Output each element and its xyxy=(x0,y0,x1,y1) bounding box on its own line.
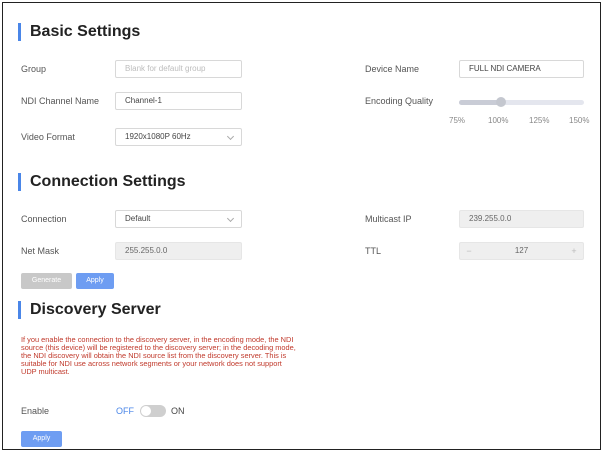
encoding-quality-label: Encoding Quality xyxy=(365,96,434,106)
encoding-quality-slider[interactable] xyxy=(459,97,584,107)
video-format-select[interactable]: 1920x1080P 60Hz xyxy=(115,128,242,146)
connection-label: Connection xyxy=(21,214,67,224)
generate-button[interactable]: Generate xyxy=(21,273,72,289)
encoding-tick-75: 75% xyxy=(449,116,466,125)
toggle-on-label: ON xyxy=(171,406,185,416)
group-input[interactable]: Blank for default group xyxy=(115,60,242,78)
connection-select[interactable]: Default xyxy=(115,210,242,228)
discovery-notice: If you enable the connection to the disc… xyxy=(21,335,296,376)
group-label: Group xyxy=(21,64,47,74)
encoding-quality-fill xyxy=(459,100,501,105)
chevron-down-icon xyxy=(226,132,235,141)
ndi-channel-input[interactable]: Channel-1 xyxy=(115,92,242,110)
device-name-label: Device Name xyxy=(365,64,420,74)
enable-label: Enable xyxy=(21,406,50,416)
discovery-apply-button[interactable]: Apply xyxy=(21,431,62,447)
net-mask-input[interactable]: 255.255.0.0 xyxy=(115,242,242,260)
connection-value: Default xyxy=(125,214,151,223)
ttl-decrement-button[interactable]: − xyxy=(460,243,478,259)
encoding-tick-150: 150% xyxy=(569,116,590,125)
ttl-increment-button[interactable]: + xyxy=(565,243,583,259)
ndi-channel-label: NDI Channel Name xyxy=(21,96,100,106)
toggle-off-label: OFF xyxy=(116,406,134,416)
encoding-tick-125: 125% xyxy=(529,116,550,125)
multicast-ip-input[interactable]: 239.255.0.0 xyxy=(459,210,584,228)
device-name-input[interactable]: FULL NDI CAMERA xyxy=(459,60,584,78)
net-mask-label: Net Mask xyxy=(21,246,60,256)
encoding-quality-thumb[interactable] xyxy=(495,97,506,107)
discovery-server-title: Discovery Server xyxy=(18,301,161,319)
connection-apply-button[interactable]: Apply xyxy=(76,273,114,289)
connection-settings-title: Connection Settings xyxy=(18,173,186,191)
encoding-tick-100: 100% xyxy=(488,116,509,125)
discovery-enable-toggle[interactable] xyxy=(140,405,166,417)
settings-panel: Basic Settings Group Blank for default g… xyxy=(2,2,601,450)
multicast-ip-label: Multicast IP xyxy=(365,214,412,224)
ttl-stepper[interactable]: − 127 + xyxy=(459,242,584,260)
video-format-value: 1920x1080P 60Hz xyxy=(125,132,191,141)
chevron-down-icon xyxy=(226,214,235,223)
toggle-knob xyxy=(141,406,151,416)
video-format-label: Video Format xyxy=(21,132,75,142)
ttl-label: TTL xyxy=(365,246,382,256)
ttl-value: 127 xyxy=(514,246,529,255)
basic-settings-title: Basic Settings xyxy=(18,23,140,41)
